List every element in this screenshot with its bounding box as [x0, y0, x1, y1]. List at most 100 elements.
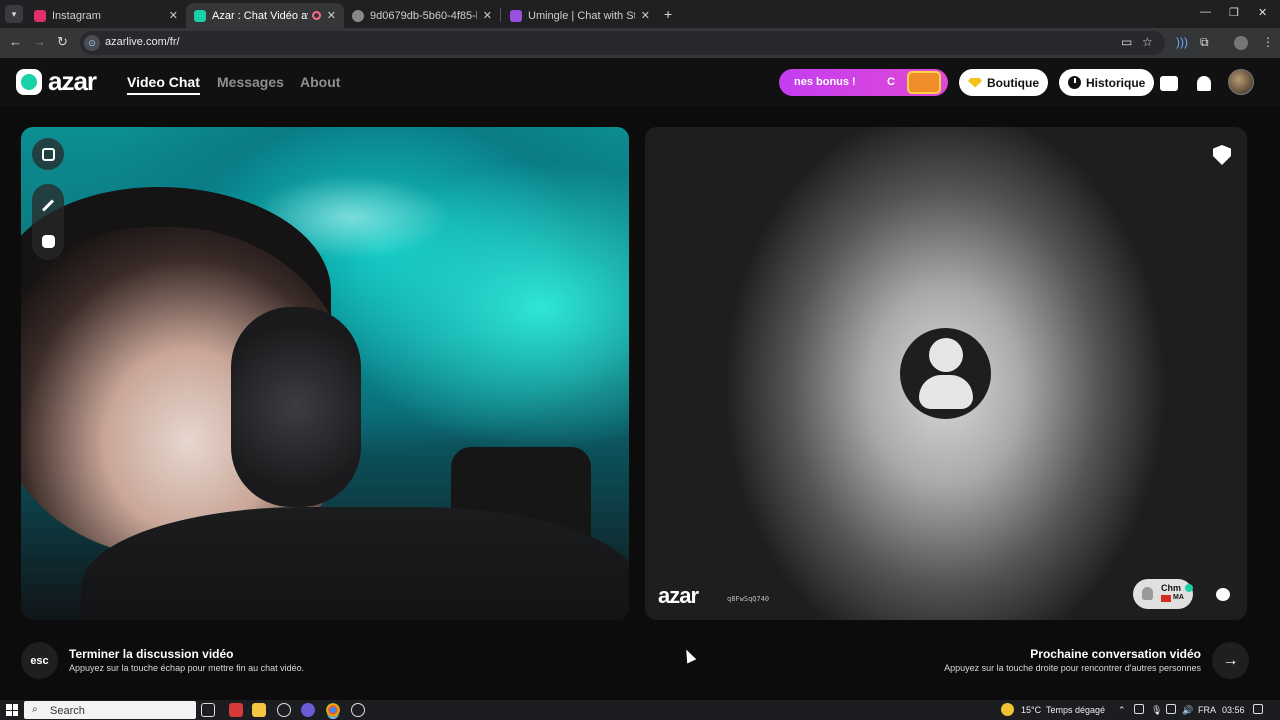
url-text[interactable]: azarlive.com/fr/	[105, 36, 180, 48]
chrome-icon[interactable]	[326, 703, 340, 717]
gift-box-icon	[907, 71, 941, 94]
umingle-favicon-icon	[510, 9, 522, 22]
camera-tray-icon[interactable]	[1134, 704, 1144, 714]
site-info-icon[interactable]: ⊙	[84, 35, 100, 51]
next-chat-title: Prochaine conversation vidéo	[1030, 647, 1201, 661]
peer-country: MA	[1173, 594, 1184, 601]
browser-toolbar: ← → ↻ ⊙ azarlive.com/fr/ ▭ ☆ ))) ⧉ ⋮	[0, 28, 1280, 58]
mouse-cursor-icon	[681, 647, 697, 664]
peer-name: Chm	[1161, 583, 1181, 593]
history-button[interactable]: Historique	[1059, 69, 1155, 96]
chevron-up-icon[interactable]: ⌃	[1118, 705, 1126, 716]
input-language[interactable]: FRA	[1198, 705, 1216, 715]
microphone-icon[interactable]: 🎙	[1151, 705, 1162, 716]
globe-favicon-icon	[352, 9, 364, 22]
video-effects-toolbar	[32, 184, 64, 260]
tab-uuid[interactable]: 9d0679db-5b60-4f85-bd83-a7 ✕	[344, 3, 500, 28]
gem-icon	[968, 77, 982, 88]
store-icon[interactable]	[1159, 73, 1179, 93]
task-view-icon[interactable]	[201, 703, 215, 717]
next-chat-button[interactable]: →	[1212, 642, 1249, 679]
clock-icon	[1068, 76, 1081, 89]
extension-wave-icon[interactable]: )))	[1176, 35, 1188, 49]
browser-tab-strip: ▾ Instagram ✕ Azar : Chat Vidéo avec de …	[0, 0, 1280, 28]
forward-arrow-icon[interactable]: →	[33, 34, 46, 49]
tab-separator	[500, 8, 501, 22]
clock-time[interactable]: 03:56	[1222, 705, 1245, 715]
volume-icon[interactable]: 🔊	[1182, 705, 1193, 716]
end-call-hint: Appuyez sur la touche échap pour mettre …	[69, 663, 305, 673]
verified-badge-icon	[1185, 584, 1193, 592]
session-id: q8FwSqQ740	[727, 595, 770, 603]
local-camera-video	[21, 127, 629, 620]
next-chat-hint: Appuyez sur la touche droite pour rencon…	[944, 663, 1201, 673]
notification-icon[interactable]	[1253, 704, 1263, 714]
install-app-icon[interactable]: ▭	[1121, 35, 1132, 49]
app-red-icon[interactable]	[229, 703, 243, 717]
tab-label: 9d0679db-5b60-4f85-bd83-a7	[370, 9, 477, 22]
azar-logo-icon[interactable]	[16, 69, 42, 95]
magic-wand-icon[interactable]	[41, 198, 55, 212]
bonus-banner[interactable]: nes bonus ! C	[779, 69, 948, 96]
shop-button[interactable]: Boutique	[959, 69, 1048, 96]
weather-text[interactable]: Temps dégagé	[1046, 705, 1105, 715]
open-chat-button[interactable]	[1208, 579, 1238, 609]
morocco-flag-icon	[1161, 595, 1171, 602]
kebab-menu-icon[interactable]: ⋮	[1262, 35, 1274, 49]
temperature[interactable]: 15°C	[1021, 705, 1041, 715]
minimize-icon[interactable]: —	[1200, 6, 1211, 18]
close-tab-icon[interactable]: ✕	[327, 9, 336, 22]
close-tab-icon[interactable]: ✕	[483, 9, 492, 22]
new-tab-icon[interactable]: +	[664, 6, 672, 22]
expand-icon	[41, 147, 55, 161]
end-call-title: Terminer la discussion vidéo	[69, 647, 234, 661]
peer-info-card[interactable]: Chm MA	[1133, 579, 1193, 609]
user-icon	[1142, 587, 1153, 600]
close-window-icon[interactable]: ✕	[1258, 6, 1267, 19]
discord-icon[interactable]	[301, 703, 315, 717]
expand-video-button[interactable]	[32, 138, 64, 170]
shop-label: Boutique	[987, 75, 1039, 90]
bookmark-star-icon[interactable]: ☆	[1142, 35, 1153, 49]
app-circle-icon[interactable]	[351, 703, 365, 717]
windows-start-icon[interactable]	[6, 704, 18, 716]
tab-instagram[interactable]: Instagram ✕	[26, 3, 186, 28]
tab-label: Umingle | Chat with Strangers N	[528, 9, 635, 22]
face-filter-icon[interactable]	[41, 234, 55, 248]
search-icon: ⌕	[32, 704, 38, 715]
network-icon[interactable]	[1166, 704, 1176, 714]
sync-app-icon[interactable]	[277, 703, 291, 717]
video-headphones	[231, 307, 361, 507]
site-header: azar Video Chat Messages About nes bonus…	[0, 58, 1280, 106]
user-avatar[interactable]	[1228, 69, 1254, 95]
report-shield-icon[interactable]	[1213, 145, 1231, 165]
coin-icon: C	[887, 76, 895, 88]
tab-search-button[interactable]: ▾	[5, 5, 23, 23]
back-arrow-icon[interactable]: ←	[9, 34, 22, 49]
video-jacket	[81, 507, 629, 620]
taskbar-search-box[interactable]: ⌕ Search	[24, 701, 196, 719]
azar-logo-text[interactable]: azar	[48, 66, 97, 97]
address-bar[interactable]: ⊙ azarlive.com/fr/	[80, 31, 1165, 55]
end-call-button[interactable]: esc	[21, 642, 58, 679]
nav-about[interactable]: About	[300, 74, 340, 90]
windows-taskbar: ⌕ Search 15°C Temps dégagé ⌃ 🎙 🔊 FRA 03:…	[0, 700, 1280, 720]
peer-placeholder-avatar	[900, 328, 991, 419]
tab-label: Instagram	[52, 9, 101, 22]
tab-azar[interactable]: Azar : Chat Vidéo avec de n ✕	[186, 3, 344, 28]
extensions-puzzle-icon[interactable]: ⧉	[1200, 35, 1209, 50]
tab-label: Azar : Chat Vidéo avec de n	[212, 9, 308, 22]
file-explorer-icon[interactable]	[252, 703, 266, 717]
moon-weather-icon[interactable]	[1001, 703, 1014, 716]
instagram-favicon-icon	[34, 9, 46, 22]
reload-icon[interactable]: ↻	[57, 34, 68, 50]
bonus-text: nes bonus !	[794, 76, 856, 88]
nav-messages[interactable]: Messages	[217, 74, 284, 90]
nav-video-chat[interactable]: Video Chat	[127, 74, 200, 95]
close-tab-icon[interactable]: ✕	[169, 9, 178, 22]
profile-icon[interactable]	[1234, 36, 1248, 50]
tab-umingle[interactable]: Umingle | Chat with Strangers N ✕	[502, 3, 658, 28]
bell-icon[interactable]	[1194, 73, 1214, 93]
close-tab-icon[interactable]: ✕	[641, 9, 650, 22]
restore-icon[interactable]: ❐	[1229, 6, 1239, 19]
